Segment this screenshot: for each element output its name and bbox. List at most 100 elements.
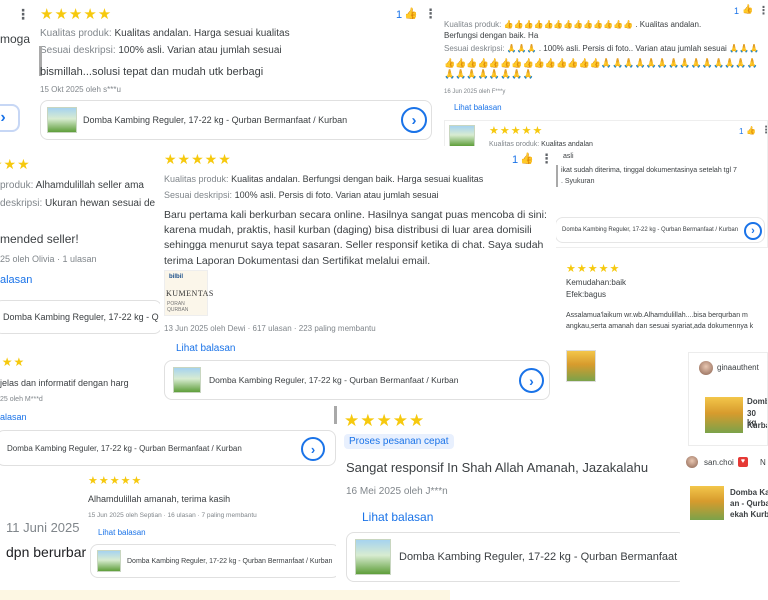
- product-title: Domba Kambing Reguler, 17-22 kg - Qurban…: [127, 557, 333, 565]
- product-title: Domba Kambing Reguler, 17-22 kg - Qurban…: [399, 551, 680, 563]
- more-options-icon[interactable]: ⋮: [16, 6, 30, 23]
- more-options-icon[interactable]: ⋮: [758, 4, 768, 17]
- review-body-continued: . Syukuran: [561, 178, 595, 185]
- view-replies-link[interactable]: Lihat balasan: [176, 343, 236, 354]
- document-logo: bilbil: [169, 274, 183, 280]
- post-image[interactable]: [690, 486, 724, 520]
- thumbs-up-icon[interactable]: 👍: [404, 7, 418, 20]
- quality-label: produk:: [0, 180, 34, 191]
- product-card[interactable]: Domba Kambing Reguler, 17-22 kg - Qurban…: [40, 100, 432, 140]
- product-card[interactable]: Domba Kambing Reguler, 17-22 kg - Qurban…: [346, 532, 680, 582]
- avatar: [686, 456, 698, 468]
- review-photo[interactable]: [566, 350, 596, 382]
- review-body: Alhamdulillah amanah, terima kasih: [88, 494, 231, 504]
- more-options-icon[interactable]: ⋮: [540, 151, 553, 167]
- post-subtitle: an - Qurba: [730, 499, 768, 508]
- description-row: Sesuai deskripsi: 100% asli. Varian atau…: [40, 45, 282, 56]
- review-body: mended seller!: [0, 232, 79, 246]
- like-count: 1: [512, 154, 519, 166]
- description-value: 100% asli. Persis di foto. Varian atau j…: [234, 190, 439, 200]
- more-options-icon[interactable]: ⋮: [761, 125, 767, 136]
- post-subtitle-2: Kurba: [747, 421, 768, 430]
- review-text: moga: [0, 32, 30, 46]
- quality-value-continued: Berfungsi dengan baik. Ha: [444, 31, 539, 40]
- product-thumbnail: [97, 550, 121, 572]
- quality-label: Kualitas produk:: [444, 20, 502, 29]
- view-replies-link[interactable]: alasan: [0, 274, 32, 286]
- quality-value: Alhamdulillah seller ama: [35, 180, 144, 191]
- quality-value: Kualitas andalan. Harga sesuai kualitas: [114, 28, 290, 39]
- social-card-1: ginaauthent Domb 30 kg Kurba: [688, 352, 768, 446]
- review-card-small: ★★★★★ Alhamdulillah amanah, terima kasih…: [86, 472, 336, 582]
- quality-value: . Kualitas andalan.: [635, 20, 702, 29]
- scrollbar[interactable]: [334, 406, 337, 424]
- arrow-right-icon[interactable]: ›: [744, 222, 762, 240]
- review-body: ikat sudah diterima, tinggal dokumentasi…: [561, 167, 737, 174]
- review-card-center: ★★★★★ 1 👍 ⋮ Kualitas produk: Kualitas an…: [160, 146, 556, 404]
- product-card[interactable]: Domba Kambing Reguler, 17-22 kg - Q: [0, 300, 160, 334]
- star-rating: ★★★★★: [164, 151, 232, 167]
- review-body: bismillah...solusi tepat dan mudah utk b…: [40, 66, 264, 78]
- arrow-right-icon[interactable]: ›: [0, 104, 20, 132]
- star-rating: ★★★: [0, 156, 31, 172]
- post-subtitle-2: ekah Kurba: [730, 510, 768, 519]
- document-thumbnail[interactable]: bilbil KUMENTAS PORAN QURBAN: [164, 270, 213, 316]
- description-value: asli: [563, 153, 574, 160]
- review-card-chip: ★★★★★ Proses pesanan cepat Sangat respon…: [340, 406, 680, 586]
- product-thumbnail: [449, 125, 475, 147]
- arrow-right-icon[interactable]: ›: [301, 437, 325, 461]
- product-card[interactable]: Domba Kambing Reguler, 17-22 kg - Qurban…: [164, 360, 550, 400]
- quality-row: produk: Alhamdulillah seller ama: [0, 180, 144, 191]
- document-subtitle: PORAN QURBAN: [167, 301, 189, 313]
- quality-row: Kualitas produk: Kualitas andalan. Berfu…: [164, 174, 483, 184]
- effect-line: Efek:bagus: [566, 290, 607, 299]
- like-count: 1: [396, 9, 403, 21]
- review-fragment-top-left: ⋮ moga ›: [0, 0, 30, 140]
- review-meta: 13 Jun 2025 oleh Dewi · 617 ulasan · 223…: [164, 324, 376, 333]
- view-replies-link[interactable]: Lihat balasan: [454, 103, 502, 112]
- description-value: 100% asli. Varian atau jumlah sesuai: [118, 45, 282, 56]
- arrow-right-icon[interactable]: ›: [401, 107, 427, 133]
- description-label: Sesuai deskripsi:: [164, 190, 233, 200]
- product-thumbnail: [355, 539, 391, 575]
- product-card[interactable]: Domba Kambing Reguler, 17-22 kg - Qurban…: [90, 544, 336, 578]
- view-replies-link[interactable]: alasan: [0, 412, 27, 422]
- star-rating: ★★★★★: [489, 125, 544, 137]
- post-title: Domb: [747, 397, 768, 406]
- like-count: 1: [739, 127, 744, 136]
- username-extra: N: [760, 458, 766, 467]
- star-rating: ★★★★★: [88, 475, 143, 487]
- document-title: KUMENTAS: [166, 289, 214, 298]
- review-fragment-bottom-left: 11 Juni 2025 dpn berurbar: [0, 470, 86, 600]
- product-thumbnail: [173, 367, 201, 393]
- star-rating: ★★★★★: [40, 6, 113, 23]
- product-thumbnail: [47, 107, 77, 133]
- description-label: deskripsi:: [0, 198, 43, 209]
- description-row: Sesuai deskripsi: 100% asli. Persis di f…: [164, 190, 439, 200]
- review-body: dpn berurbar: [6, 544, 86, 560]
- review-body: Baru pertama kali berkurban secara onlin…: [164, 209, 547, 267]
- review-body: Assalamua'laikum wr.wb.Alhamdulillah....…: [566, 312, 754, 330]
- review-meta: 16 Jun 2025 oleh F***y: [444, 89, 506, 95]
- thumbs-up-icon[interactable]: 👍: [746, 126, 756, 135]
- arrow-right-icon[interactable]: ›: [519, 368, 544, 393]
- description-row: deskripsi: Ukuran hewan sesuai de: [0, 198, 155, 209]
- thumbs-up-icon[interactable]: 👍: [520, 152, 534, 165]
- review-meta: 16 Mei 2025 oleh J***n: [346, 486, 448, 497]
- review-body: Sangat responsif In Shah Allah Amanah, J…: [346, 460, 649, 475]
- review-card-left-mid: ★★★ produk: Alhamdulillah seller ama des…: [0, 150, 160, 340]
- product-title: Domba Kambing Reguler, 17-22 kg - Q: [3, 312, 159, 322]
- emoji-praying-icon: 🙏🙏🙏: [729, 44, 759, 53]
- star-rating: ★★★: [0, 355, 26, 369]
- emoji-praying-icon: 🙏🙏🙏: [506, 44, 537, 53]
- post-title: Domba Ka: [730, 488, 768, 497]
- view-replies-link[interactable]: Lihat balasan: [362, 510, 433, 524]
- post-image[interactable]: [705, 397, 743, 433]
- view-replies-link[interactable]: Lihat balasan: [98, 528, 146, 537]
- product-card[interactable]: Domba Kambing Reguler, 17-22 kg - Qurban…: [0, 430, 336, 466]
- product-card[interactable]: Domba Kambing Reguler, 17-22 kg - Qurban…: [555, 217, 765, 243]
- avatar: [699, 361, 713, 375]
- more-options-icon[interactable]: ⋮: [424, 6, 437, 22]
- thumbs-up-icon[interactable]: 👍: [742, 4, 753, 15]
- review-date: 11 Juni 2025: [6, 520, 80, 535]
